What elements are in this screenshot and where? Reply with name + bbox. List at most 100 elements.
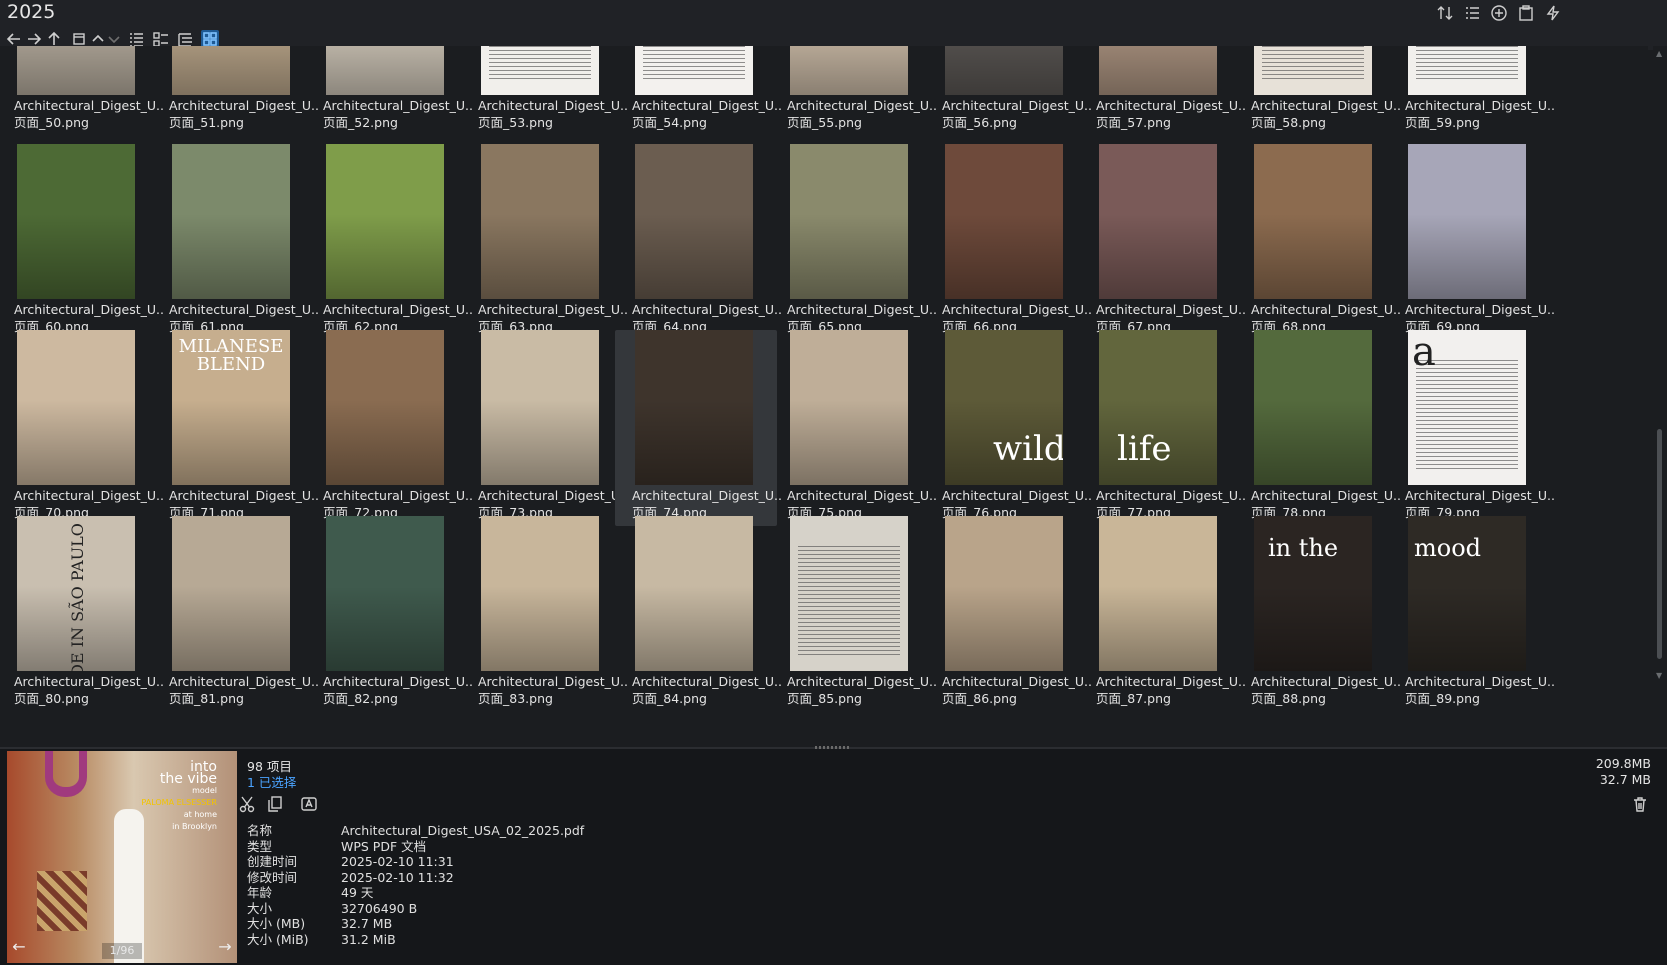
property-value: 49 天	[341, 885, 374, 900]
file-tile[interactable]: Architectural_Digest_U... 页面_85.png	[770, 516, 937, 712]
photo-shade	[172, 586, 290, 671]
file-tile[interactable]: a Architectural_Digest_U... 页面_79.png	[1388, 330, 1555, 526]
delete-icon[interactable]	[1631, 795, 1649, 813]
file-tile[interactable]: Architectural_Digest_U... 页面_68.png	[1234, 144, 1401, 340]
file-thumbnail	[635, 516, 753, 671]
file-thumbnail	[1099, 144, 1217, 299]
file-name-line2: 页面_85.png	[787, 691, 862, 706]
file-thumbnail	[326, 330, 444, 485]
selected-size: 32.7 MB	[1599, 772, 1651, 787]
file-tile[interactable]: Architectural_Digest_U... 页面_52.png	[306, 46, 473, 136]
file-tile[interactable]: Architectural_Digest_U... 页面_62.png	[306, 144, 473, 340]
cut-icon[interactable]	[238, 795, 256, 813]
file-name-line2: 页面_86.png	[942, 691, 1017, 706]
file-name-line1: Architectural_Digest_U...	[787, 488, 937, 503]
file-tile[interactable]: in the Architectural_Digest_U... 页面_88.png	[1234, 516, 1401, 712]
file-thumbnail	[945, 46, 1063, 95]
file-tile[interactable]: Architectural_Digest_U... 页面_78.png	[1234, 330, 1401, 526]
sort-icon[interactable]	[1436, 4, 1454, 22]
file-tile[interactable]: Architectural_Digest_U... 页面_74.png	[615, 330, 782, 526]
file-tile[interactable]: Architectural_Digest_U... 页面_54.png	[615, 46, 782, 136]
property-label: 年龄	[247, 885, 273, 900]
file-tile[interactable]: wild Architectural_Digest_U... 页面_76.png	[925, 330, 1092, 526]
file-tile[interactable]: MADE IN SÃO PAULO Architectural_Digest_U.…	[0, 516, 164, 712]
photo-shade	[945, 214, 1063, 299]
rename-icon[interactable]	[300, 795, 318, 813]
file-name-line1: Architectural_Digest_U...	[1096, 674, 1246, 689]
file-name: Architectural_Digest_U... 页面_86.png	[942, 673, 1092, 707]
file-tile[interactable]: mood Architectural_Digest_U... 页面_89.png	[1388, 516, 1555, 712]
file-tile[interactable]: Architectural_Digest_U... 页面_82.png	[306, 516, 473, 712]
file-tile[interactable]: Architectural_Digest_U... 页面_61.png	[152, 144, 319, 340]
file-tile[interactable]: Architectural_Digest_U... 页面_59.png	[1388, 46, 1555, 136]
property-value: Architectural_Digest_USA_02_2025.pdf	[341, 823, 585, 838]
scroll-up-icon[interactable]: ▲	[1656, 50, 1664, 58]
property-label: 名称	[247, 823, 273, 838]
file-name-line1: Architectural_Digest_U...	[787, 98, 937, 113]
file-name-line1: Architectural_Digest_U...	[1405, 302, 1555, 317]
file-tile[interactable]: Architectural_Digest_U... 页面_67.png	[1079, 144, 1246, 340]
file-tile[interactable]: Architectural_Digest_U... 页面_50.png	[0, 46, 164, 136]
file-name-line1: Architectural_Digest_U...	[1251, 674, 1401, 689]
file-tile[interactable]: Architectural_Digest_U... 页面_70.png	[0, 330, 164, 526]
lightning-icon[interactable]	[1544, 4, 1562, 22]
scrollbar-thumb[interactable]	[1657, 429, 1662, 659]
property-row: 大小 (MiB) 31.2 MiB	[247, 932, 584, 948]
file-name-line1: Architectural_Digest_U...	[14, 98, 164, 113]
total-size: 209.8MB	[1595, 756, 1651, 771]
file-name-line1: Architectural_Digest_U...	[478, 674, 628, 689]
file-tile[interactable]: Architectural_Digest_U... 页面_81.png	[152, 516, 319, 712]
file-tile[interactable]: Architectural_Digest_U... 页面_66.png	[925, 144, 1092, 340]
vertical-scrollbar[interactable]: ▲ ▼	[1653, 46, 1667, 748]
file-tile[interactable]: Architectural_Digest_U... 页面_56.png	[925, 46, 1092, 136]
file-tile[interactable]: Architectural_Digest_U... 页面_64.png	[615, 144, 782, 340]
copy-icon[interactable]	[266, 795, 284, 813]
file-tile[interactable]: life Architectural_Digest_U... 页面_77.png	[1079, 330, 1246, 526]
selected-count[interactable]: 1 已选择	[247, 772, 296, 791]
file-tile[interactable]: Architectural_Digest_U... 页面_84.png	[615, 516, 782, 712]
file-tile[interactable]: Architectural_Digest_U... 页面_55.png	[770, 46, 937, 136]
file-preview: into the vibe model PALOMA ELSESSER at h…	[7, 751, 237, 963]
scroll-down-icon[interactable]: ▼	[1656, 672, 1664, 680]
file-name-line1: Architectural_Digest_U...	[942, 674, 1092, 689]
file-tile[interactable]: Architectural_Digest_U... 页面_53.png	[461, 46, 628, 136]
file-tile[interactable]: Architectural_Digest_U... 页面_75.png	[770, 330, 937, 526]
photo-shade	[635, 586, 753, 671]
add-circle-icon[interactable]	[1490, 4, 1508, 22]
thumbnail-headline: MADE IN SÃO PAULO	[67, 523, 87, 671]
thumbnail-headline: a	[1412, 330, 1436, 375]
photo-shade	[326, 586, 444, 671]
file-tile[interactable]: Architectural_Digest_U... 页面_86.png	[925, 516, 1092, 712]
file-name: Architectural_Digest_U... 页面_83.png	[478, 673, 628, 707]
file-tile[interactable]: Architectural_Digest_U... 页面_72.png	[306, 330, 473, 526]
file-tile[interactable]: Architectural_Digest_U... 页面_51.png	[152, 46, 319, 136]
file-tile[interactable]: MILANESE BLEND Architectural_Digest_U... 页…	[152, 330, 319, 526]
property-value: WPS PDF 文档	[341, 838, 427, 854]
preview-prev-icon[interactable]: ←	[9, 937, 29, 957]
list-detail-icon[interactable]	[1463, 4, 1481, 22]
file-tile[interactable]: Architectural_Digest_U... 页面_87.png	[1079, 516, 1246, 712]
file-name-line1: Architectural_Digest_U...	[787, 302, 937, 317]
text-columns	[798, 546, 900, 656]
file-tile[interactable]: Architectural_Digest_U... 页面_65.png	[770, 144, 937, 340]
file-name-line1: Architectural_Digest_U...	[1096, 302, 1246, 317]
file-tile[interactable]: Architectural_Digest_U... 页面_57.png	[1079, 46, 1246, 136]
clipboard-icon[interactable]	[1517, 4, 1535, 22]
details-panel: into the vibe model PALOMA ELSESSER at h…	[0, 749, 1667, 965]
file-tile[interactable]: Architectural_Digest_U... 页面_58.png	[1234, 46, 1401, 136]
file-tile[interactable]: Architectural_Digest_U... 页面_83.png	[461, 516, 628, 712]
property-row: 大小 (MB) 32.7 MB	[247, 916, 584, 932]
file-tile[interactable]: Architectural_Digest_U... 页面_69.png	[1388, 144, 1555, 340]
text-columns	[643, 46, 745, 80]
file-name: Architectural_Digest_U... 页面_82.png	[323, 673, 473, 707]
file-tile[interactable]: Architectural_Digest_U... 页面_60.png	[0, 144, 164, 340]
file-name-line1: Architectural_Digest_U...	[1405, 488, 1555, 503]
file-tile[interactable]: Architectural_Digest_U... 页面_73.png	[461, 330, 628, 526]
file-thumbnail	[790, 516, 908, 671]
file-thumbnail	[635, 330, 753, 485]
file-grid[interactable]: Architectural_Digest_U... 页面_50.png Archit…	[0, 46, 1648, 748]
file-thumbnail: MILANESE BLEND	[172, 330, 290, 485]
preview-next-icon[interactable]: →	[215, 937, 235, 957]
file-name-line1: Architectural_Digest_U...	[169, 98, 319, 113]
file-tile[interactable]: Architectural_Digest_U... 页面_63.png	[461, 144, 628, 340]
